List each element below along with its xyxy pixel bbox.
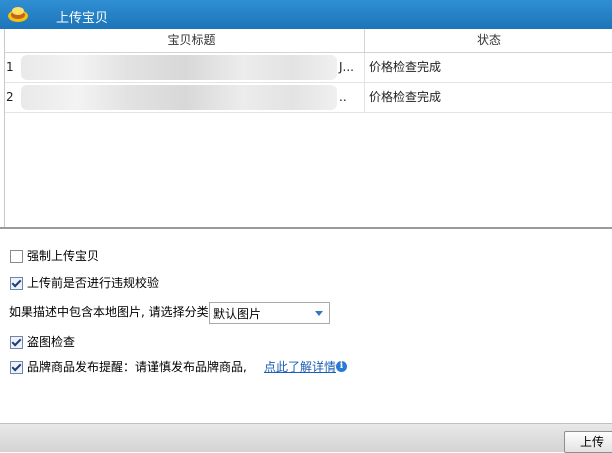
upload-items-table: 宝贝标题 状态 1 J... 价格检查完成 2 .. 价格检查完成 [4, 29, 612, 227]
brand-reminder-checkbox[interactable] [10, 361, 23, 374]
title-bar: 上传宝贝 [0, 0, 612, 29]
column-header-title[interactable]: 宝贝标题 [19, 29, 365, 52]
violation-check-checkbox[interactable] [10, 277, 23, 290]
image-theft-check-checkbox[interactable] [10, 336, 23, 349]
app-logo-icon [8, 7, 28, 22]
info-icon[interactable]: i [336, 361, 347, 372]
category-label: 如果描述中包含本地图片, 请选择分类 [9, 305, 209, 319]
upload-button[interactable]: 上传 [564, 431, 612, 453]
chevron-down-icon[interactable] [315, 311, 323, 316]
force-upload-label: 强制上传宝贝 [27, 249, 100, 263]
footer-bar [0, 423, 612, 452]
item-title-cell: J... [19, 53, 365, 82]
force-upload-checkbox[interactable] [10, 250, 23, 263]
item-title-cell: .. [19, 83, 365, 112]
image-theft-check-label: 盗图检查 [27, 335, 76, 349]
category-select[interactable]: 默认图片 [209, 302, 330, 324]
table-row[interactable]: 1 J... 价格检查完成 [5, 53, 612, 83]
divider [0, 227, 612, 229]
row-number: 1 [6, 60, 14, 74]
item-status: 价格检查完成 [369, 90, 442, 104]
item-title-truncated: .. [339, 90, 347, 104]
item-status: 价格检查完成 [369, 60, 442, 74]
learn-more-link[interactable]: 点此了解详情 [264, 358, 336, 376]
redacted-title [21, 55, 337, 80]
brand-reminder-label: 品牌商品发布提醒：请谨慎发布品牌商品, [27, 360, 247, 374]
table-header: 宝贝标题 状态 [5, 29, 612, 53]
redacted-title [21, 85, 337, 110]
row-number: 2 [6, 90, 14, 104]
table-row[interactable]: 2 .. 价格检查完成 [5, 83, 612, 113]
category-selected-value: 默认图片 [213, 307, 262, 321]
violation-check-label: 上传前是否进行违规校验 [27, 276, 160, 290]
window-title: 上传宝贝 [56, 11, 109, 26]
column-header-status[interactable]: 状态 [365, 29, 612, 52]
item-title-truncated: J... [339, 60, 354, 74]
